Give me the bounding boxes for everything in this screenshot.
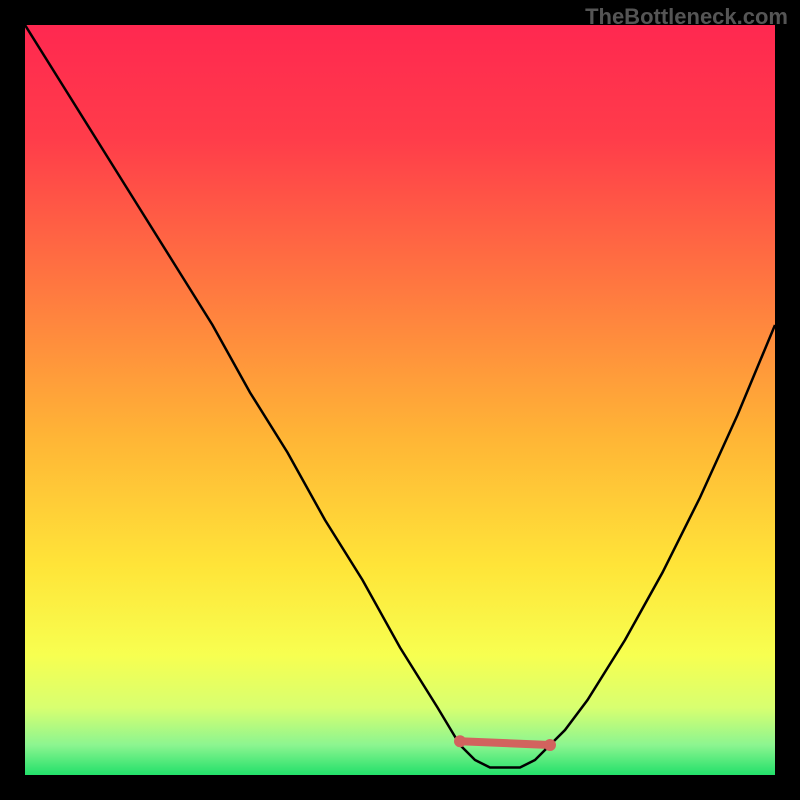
trough-highlight xyxy=(460,741,550,745)
gradient-background xyxy=(25,25,775,775)
plot-area xyxy=(25,25,775,775)
chart-frame: TheBottleneck.com xyxy=(0,0,800,800)
watermark-text: TheBottleneck.com xyxy=(585,4,788,30)
bottleneck-curve-chart xyxy=(25,25,775,775)
trough-dot xyxy=(544,739,556,751)
trough-dot xyxy=(454,735,466,747)
